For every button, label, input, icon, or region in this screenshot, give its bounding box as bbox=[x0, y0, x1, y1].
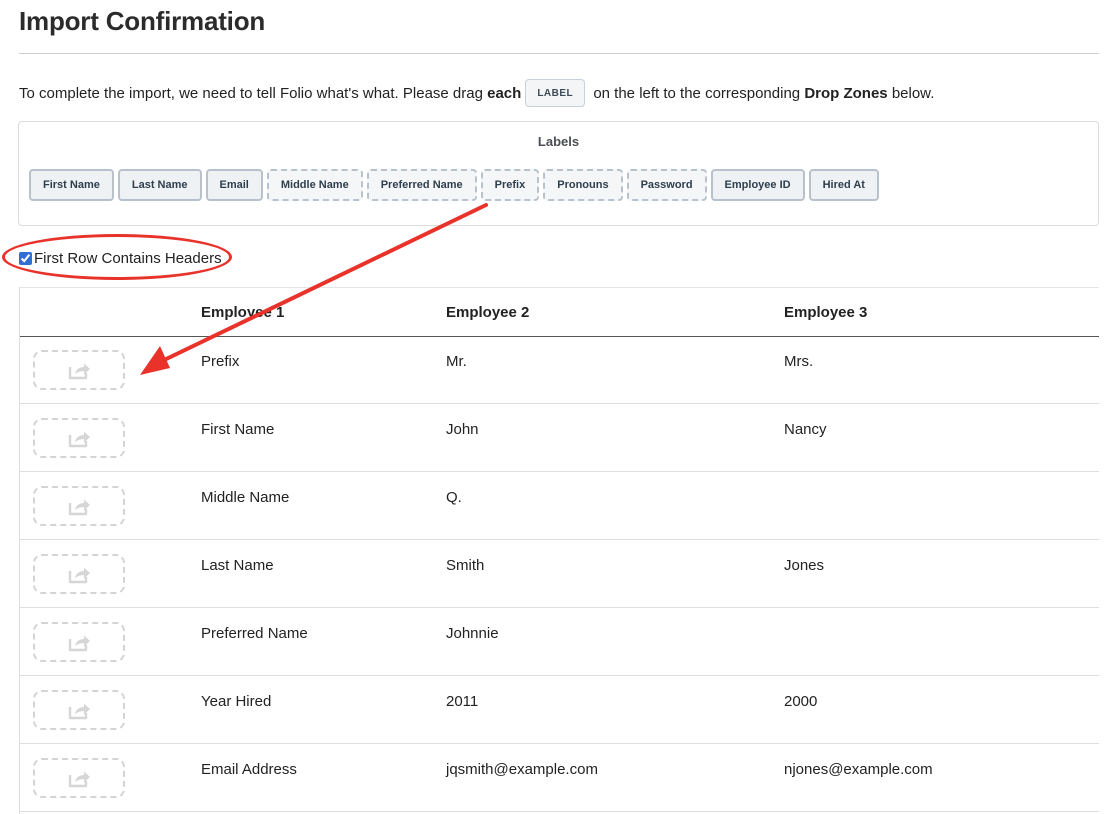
column-header-employee-2: Employee 2 bbox=[446, 304, 530, 321]
labels-list: First Name Last Name Email Middle Name Prefe… bbox=[29, 169, 879, 201]
table-row: Middle Name Q. bbox=[20, 472, 1099, 540]
table-cell: Q. bbox=[446, 489, 462, 506]
table-cell: Mr. bbox=[446, 353, 467, 370]
drop-zone[interactable] bbox=[33, 690, 125, 730]
page-title: Import Confirmation bbox=[19, 6, 266, 36]
share-export-icon bbox=[68, 499, 90, 516]
instructions-part1: To complete the import, we need to tell … bbox=[19, 84, 488, 102]
table-cell: Middle Name bbox=[201, 489, 290, 506]
first-row-headers-checkbox[interactable] bbox=[19, 252, 32, 265]
label-chip-first-name[interactable]: First Name bbox=[29, 169, 114, 201]
drop-zone[interactable] bbox=[33, 554, 125, 594]
drop-zone[interactable] bbox=[33, 758, 125, 798]
share-export-icon bbox=[68, 567, 90, 584]
table-row: Last Name Smith Jones bbox=[20, 540, 1099, 608]
column-header-employee-1: Employee 1 bbox=[201, 304, 285, 321]
instructions-part3: below. bbox=[887, 84, 935, 102]
labels-panel: Labels First Name Last Name Email Middle Na… bbox=[18, 121, 1099, 226]
label-chip-email[interactable]: Email bbox=[205, 169, 263, 201]
table-cell: Smith bbox=[446, 557, 485, 574]
table-row: First Name John Nancy bbox=[20, 404, 1099, 472]
label-chip-last-name[interactable]: Last Name bbox=[117, 169, 202, 201]
table-cell: John bbox=[446, 421, 479, 438]
table-row: Preferred Name Johnnie bbox=[20, 608, 1099, 676]
table-cell: 2011 bbox=[446, 693, 479, 710]
label-chip-middle-name[interactable]: Middle Name bbox=[266, 169, 363, 201]
labels-heading: Labels bbox=[537, 134, 580, 149]
table-row: Year Hired 2011 2000 bbox=[20, 676, 1099, 744]
share-export-icon bbox=[68, 703, 90, 720]
label-chip-preferred-name[interactable]: Preferred Name bbox=[366, 169, 477, 201]
table-cell: Email Address bbox=[201, 761, 297, 778]
label-chip-pronouns[interactable]: Pronouns bbox=[543, 169, 623, 201]
drop-zone[interactable] bbox=[33, 350, 125, 390]
column-header-employee-3: Employee 3 bbox=[784, 304, 868, 321]
label-chip-password[interactable]: Password bbox=[626, 169, 707, 201]
table-cell: 2000 bbox=[784, 693, 818, 710]
table-cell: Year Hired bbox=[201, 693, 272, 710]
page: Import Confirmation To complete the impo… bbox=[0, 0, 1111, 814]
label-chip-prefix[interactable]: Prefix bbox=[480, 169, 540, 201]
title-divider bbox=[19, 53, 1099, 54]
table-row: Prefix Mr. Mrs. bbox=[20, 336, 1099, 404]
table-cell: Mrs. bbox=[784, 353, 814, 370]
table-cell: jqsmith@example.com bbox=[446, 761, 598, 778]
table-cell: njones@example.com bbox=[784, 761, 933, 778]
table-cell: First Name bbox=[201, 421, 275, 438]
table-cell: Preferred Name bbox=[201, 625, 308, 642]
instructions-bold-drop-zones: Drop Zones bbox=[804, 84, 888, 102]
share-export-icon bbox=[68, 363, 90, 380]
share-export-icon bbox=[68, 771, 90, 788]
first-row-headers-toggle[interactable]: First Row Contains Headers bbox=[19, 250, 222, 267]
drop-zone[interactable] bbox=[33, 622, 125, 662]
mapping-table: Employee 1 Employee 2 Employee 3 Prefix M… bbox=[19, 287, 1099, 814]
drop-zone[interactable] bbox=[33, 486, 125, 526]
share-export-icon bbox=[68, 635, 90, 652]
table-cell: Nancy bbox=[784, 421, 827, 438]
label-chip-employee-id[interactable]: Employee ID bbox=[710, 169, 805, 201]
table-cell: Johnnie bbox=[446, 625, 499, 642]
first-row-headers-label: First Row Contains Headers bbox=[34, 250, 222, 267]
table-cell: Last Name bbox=[201, 557, 274, 574]
share-export-icon bbox=[68, 431, 90, 448]
table-cell: Jones bbox=[784, 557, 825, 574]
instructions-bold-each: each bbox=[487, 84, 522, 102]
label-chip-hired-at[interactable]: Hired At bbox=[808, 169, 879, 201]
table-cell: Prefix bbox=[201, 353, 240, 370]
instructions-text: To complete the import, we need to tell … bbox=[19, 79, 1099, 107]
example-label-chip: LABEL bbox=[525, 79, 586, 107]
instructions-part2: on the left to the corresponding bbox=[589, 84, 805, 102]
table-row: Email Address jqsmith@example.com njones@e… bbox=[20, 744, 1099, 812]
table-header: Employee 1 Employee 2 Employee 3 bbox=[20, 288, 1099, 337]
drop-zone[interactable] bbox=[33, 418, 125, 458]
